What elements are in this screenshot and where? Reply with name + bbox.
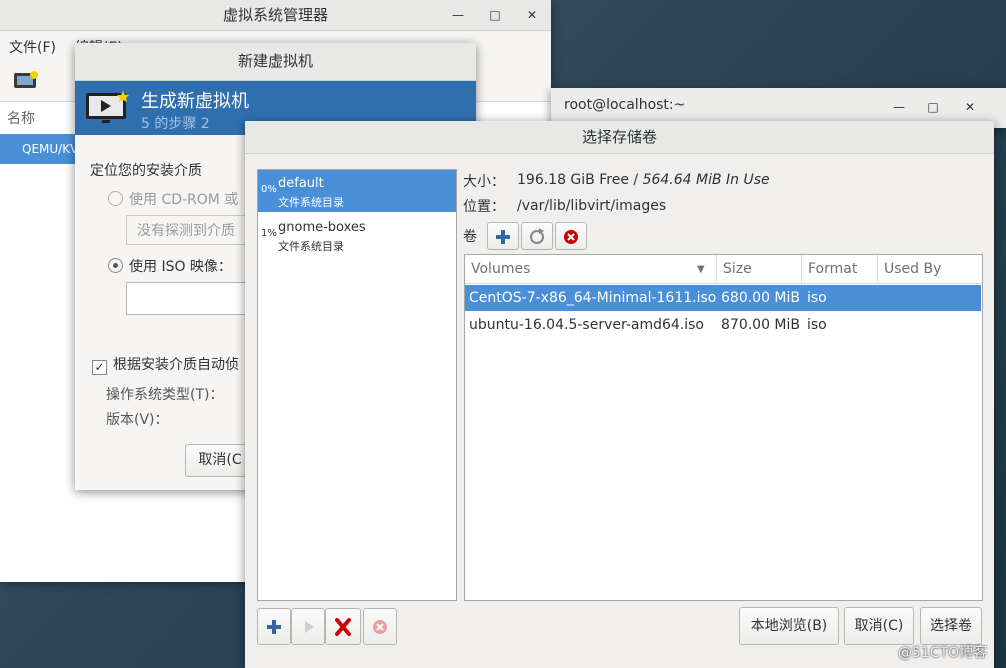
close-icon[interactable]: ✕ <box>520 0 544 30</box>
cdrom-radio-icon[interactable] <box>108 191 123 206</box>
sort-down-icon: ▼ <box>697 264 705 275</box>
volume-size: 870.00 MiB <box>721 317 801 333</box>
volume-size: 680.00 MiB <box>721 290 801 306</box>
col-volumes-label: Volumes <box>471 261 531 277</box>
size-label: 大小： <box>463 174 505 190</box>
browse-local-button[interactable]: 本地浏览(B) <box>739 607 839 645</box>
wizard-step: 5 的步骤 2 <box>141 116 210 132</box>
pool-type: 文件系统目录 <box>278 240 344 253</box>
volume-format: iso <box>807 317 827 333</box>
pool-usage: 0% <box>261 184 277 195</box>
watermark: @51CTO博客 <box>898 645 988 661</box>
col-volumes[interactable]: Volumes ▼ <box>465 255 717 284</box>
terminal-minimize-icon[interactable]: — <box>887 92 911 122</box>
pool-type: 文件系统目录 <box>278 196 344 209</box>
delete-pool-button[interactable] <box>363 608 397 645</box>
delete-volume-button[interactable] <box>555 222 587 250</box>
size-used: 564.64 MiB In Use <box>642 172 770 188</box>
list-header-name: 名称 <box>7 111 35 127</box>
terminal-title: root@localhost:~ <box>564 97 686 113</box>
menu-file[interactable]: 文件(F) <box>9 37 56 57</box>
add-pool-button[interactable] <box>257 608 291 645</box>
minimize-icon[interactable]: — <box>446 0 470 30</box>
new-vm-toolbar-icon[interactable] <box>12 70 40 92</box>
plus-icon <box>267 620 281 634</box>
pool-usage: 1% <box>261 228 277 239</box>
terminal-close-icon[interactable]: ✕ <box>958 92 982 122</box>
maximize-icon[interactable]: □ <box>483 0 507 30</box>
checkbox-checked-icon[interactable]: ✓ <box>92 360 107 375</box>
pool-default[interactable]: 0% default 文件系统目录 <box>258 170 456 212</box>
os-type-label: 操作系统类型(T)： <box>106 387 224 403</box>
red-x-icon <box>335 618 351 636</box>
delete-circle-icon <box>373 620 387 634</box>
volumes-table: Volumes ▼ Size Format Used By CentOS-7-x… <box>464 254 983 601</box>
pool-name: default <box>278 176 324 191</box>
pool-list: 0% default 文件系统目录 1% gnome-boxes 文件系统目录 <box>257 169 457 601</box>
iso-radio-icon[interactable] <box>108 258 123 273</box>
auto-detect-label: 根据安装介质自动侦 <box>113 357 239 373</box>
plus-icon <box>496 230 510 244</box>
col-format[interactable]: Format <box>802 255 878 284</box>
iso-label: 使用 ISO 映像： <box>129 259 232 275</box>
vm-manager-title: 虚拟系统管理器 <box>222 6 328 24</box>
add-volume-button[interactable] <box>487 222 519 250</box>
monitor-icon <box>85 91 129 131</box>
cdrom-label: 使用 CD-ROM 或 <box>129 192 239 208</box>
size-value: 196.18 GiB Free / 564.64 MiB In Use <box>517 172 770 188</box>
start-pool-button[interactable] <box>291 608 325 645</box>
pool-gnome-boxes[interactable]: 1% gnome-boxes 文件系统目录 <box>258 214 456 256</box>
cancel-button[interactable]: 取消(C) <box>844 607 914 645</box>
cdrom-option[interactable]: 使用 CD-ROM 或 <box>108 189 238 209</box>
location-label: 位置： <box>463 199 505 215</box>
choose-volume-button[interactable]: 选择卷 <box>920 607 982 645</box>
wizard-title: 新建虚拟机 <box>237 52 313 70</box>
storage-titlebar: 选择存储卷 <box>245 121 994 154</box>
refresh-volumes-button[interactable] <box>521 222 553 250</box>
size-free: 196.18 GiB Free / <box>517 172 639 188</box>
pool-name: gnome-boxes <box>278 220 366 235</box>
play-icon <box>305 621 314 633</box>
volume-format: iso <box>807 290 827 306</box>
locate-media-label: 定位您的安装介质 <box>90 163 202 179</box>
storage-title: 选择存储卷 <box>581 128 657 146</box>
delete-circle-icon <box>564 230 578 244</box>
volume-row[interactable]: CentOS-7-x86_64-Minimal-1611.iso 680.00 … <box>465 285 981 311</box>
auto-detect-option[interactable]: ✓ 根据安装介质自动侦 <box>92 354 239 375</box>
iso-option[interactable]: 使用 ISO 映像： <box>108 256 232 276</box>
wizard-heading: 生成新虚拟机 <box>141 91 249 112</box>
choose-storage-volume-dialog: 选择存储卷 0% default 文件系统目录 1% gnome-boxes 文… <box>245 121 994 668</box>
list-item-qemu-kvm[interactable]: QEMU/KVM <box>0 134 89 164</box>
terminal-maximize-icon[interactable]: □ <box>921 92 945 122</box>
vm-manager-titlebar: 虚拟系统管理器 — □ ✕ <box>0 0 551 31</box>
stop-pool-button[interactable] <box>325 608 361 645</box>
version-label: 版本(V)： <box>106 412 169 428</box>
volume-row[interactable]: ubuntu-16.04.5-server-amd64.iso 870.00 M… <box>465 312 981 338</box>
location-value: /var/lib/libvirt/images <box>517 198 667 214</box>
refresh-icon <box>530 228 544 244</box>
wizard-titlebar: 新建虚拟机 <box>75 43 476 81</box>
volume-name: ubuntu-16.04.5-server-amd64.iso <box>469 317 704 333</box>
volume-name: CentOS-7-x86_64-Minimal-1611.iso <box>469 290 717 306</box>
col-used-by[interactable]: Used By <box>878 255 982 284</box>
volumes-label: 卷 <box>463 229 477 245</box>
col-size[interactable]: Size <box>717 255 802 284</box>
